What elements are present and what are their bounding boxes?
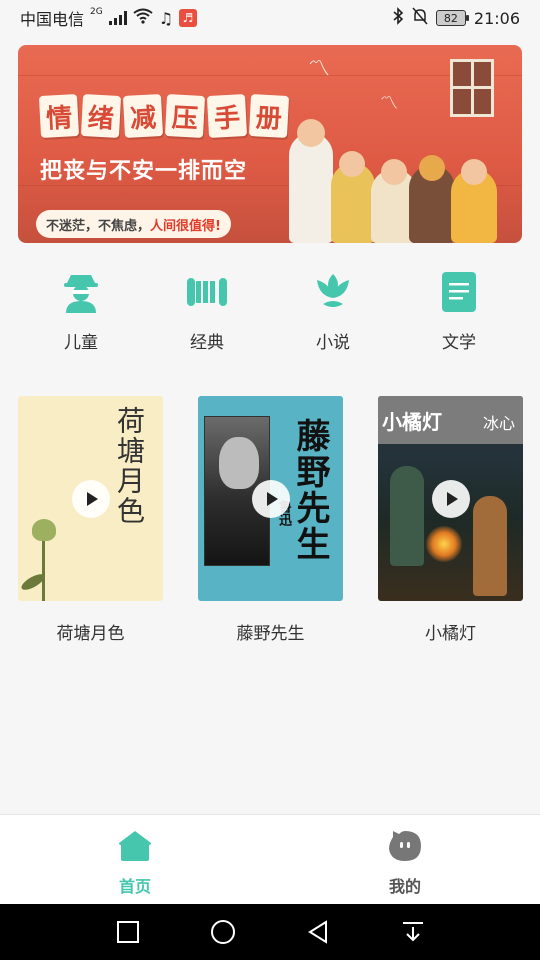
battery-icon: 82 bbox=[435, 10, 469, 26]
document-icon bbox=[437, 270, 481, 314]
nav-mine[interactable]: 我的 bbox=[270, 815, 540, 904]
bird-icon: 〽 bbox=[308, 57, 331, 82]
status-bar: 中国电信 2G ♫ ♬ 82 21:06 bbox=[0, 0, 540, 36]
banner-title-char: 压 bbox=[164, 94, 206, 138]
cover-title: 荷塘月色 bbox=[113, 406, 146, 526]
mute-bell-icon bbox=[412, 7, 428, 29]
category-label: 经典 bbox=[190, 333, 224, 353]
banner-subtitle: 把丧与不安一排而空 bbox=[40, 159, 248, 184]
bluetooth-icon bbox=[392, 7, 404, 29]
banner-plaque: 情 绪 减 压 手 册 把丧与不安一排而空 bbox=[38, 94, 292, 184]
banner-title-char: 手 bbox=[206, 94, 248, 138]
home-icon bbox=[117, 829, 153, 867]
banner-title-char: 减 bbox=[122, 94, 164, 138]
category-novels[interactable]: 小说 bbox=[288, 270, 378, 360]
nav-mine-label: 我的 bbox=[388, 877, 421, 896]
book-cover[interactable]: 荷塘月色 bbox=[18, 396, 163, 601]
book-title[interactable]: 藤野先生 bbox=[198, 619, 343, 644]
category-row: 儿童 经典 小说 文学 bbox=[0, 270, 540, 360]
back-triangle-icon[interactable] bbox=[304, 918, 332, 946]
music-app-icon: ♬ bbox=[179, 9, 198, 27]
music-note-icon: ♫ bbox=[158, 8, 174, 28]
slogan-plain: 不迷茫，不焦虑， bbox=[46, 218, 151, 234]
category-classics[interactable]: 经典 bbox=[162, 270, 252, 360]
bottom-nav: 首页 我的 bbox=[0, 814, 540, 904]
play-icon[interactable] bbox=[251, 479, 290, 518]
nav-home-label: 首页 bbox=[118, 877, 151, 896]
nav-home[interactable]: 首页 bbox=[0, 815, 270, 904]
book-title[interactable]: 荷塘月色 bbox=[18, 619, 163, 644]
signal-icon bbox=[108, 11, 127, 25]
system-nav-bar bbox=[0, 904, 540, 960]
banner-slogan: 不迷茫，不焦虑， 人间很值得! bbox=[36, 210, 231, 238]
bird-icon: 〽 bbox=[380, 93, 398, 114]
banner-title-char: 绪 bbox=[80, 94, 122, 138]
book-card[interactable]: 藤野先生 鲁迅 藤野先生 bbox=[198, 396, 343, 644]
recents-square-icon[interactable] bbox=[114, 918, 142, 946]
banner-title-char: 情 bbox=[38, 94, 80, 138]
book-cover[interactable]: 小橘灯 冰心 bbox=[378, 396, 523, 601]
carrier-label: 中国电信 bbox=[20, 10, 85, 29]
notification-pulldown-icon[interactable] bbox=[399, 918, 427, 946]
lotus-icon bbox=[311, 270, 355, 314]
category-label: 儿童 bbox=[64, 333, 98, 353]
category-label: 文学 bbox=[442, 333, 476, 353]
cover-author: 冰心 bbox=[482, 414, 515, 433]
category-label: 小说 bbox=[316, 333, 350, 353]
category-children[interactable]: 儿童 bbox=[36, 270, 126, 360]
cover-title: 小橘灯 bbox=[382, 410, 442, 434]
window-illustration bbox=[450, 59, 494, 117]
people-illustration bbox=[289, 119, 504, 243]
scroll-icon bbox=[185, 270, 229, 314]
play-icon[interactable] bbox=[71, 479, 110, 518]
book-title[interactable]: 小橘灯 bbox=[378, 619, 523, 644]
cover-title: 藤野先生 bbox=[290, 418, 330, 562]
profile-face-icon bbox=[387, 829, 423, 867]
home-circle-icon[interactable] bbox=[209, 918, 237, 946]
category-literature[interactable]: 文学 bbox=[414, 270, 504, 360]
book-card[interactable]: 荷塘月色 荷塘月色 bbox=[18, 396, 163, 644]
play-icon[interactable] bbox=[431, 479, 470, 518]
network-type: 2G bbox=[90, 7, 103, 17]
book-card[interactable]: 小橘灯 冰心 小橘灯 bbox=[378, 396, 523, 644]
slogan-highlight: 人间很值得! bbox=[150, 218, 221, 234]
book-cover[interactable]: 藤野先生 鲁迅 bbox=[198, 396, 343, 601]
clock: 21:06 bbox=[473, 8, 520, 28]
banner-title: 情 绪 减 压 手 册 bbox=[38, 94, 290, 138]
banner-title-char: 册 bbox=[248, 94, 290, 138]
child-detective-icon bbox=[59, 270, 103, 314]
wifi-icon bbox=[133, 8, 153, 28]
promo-banner[interactable]: 〽 〽 情 绪 减 压 手 册 把丧与不安一排而空 不迷茫，不焦虑， 人间很值得… bbox=[18, 45, 522, 243]
